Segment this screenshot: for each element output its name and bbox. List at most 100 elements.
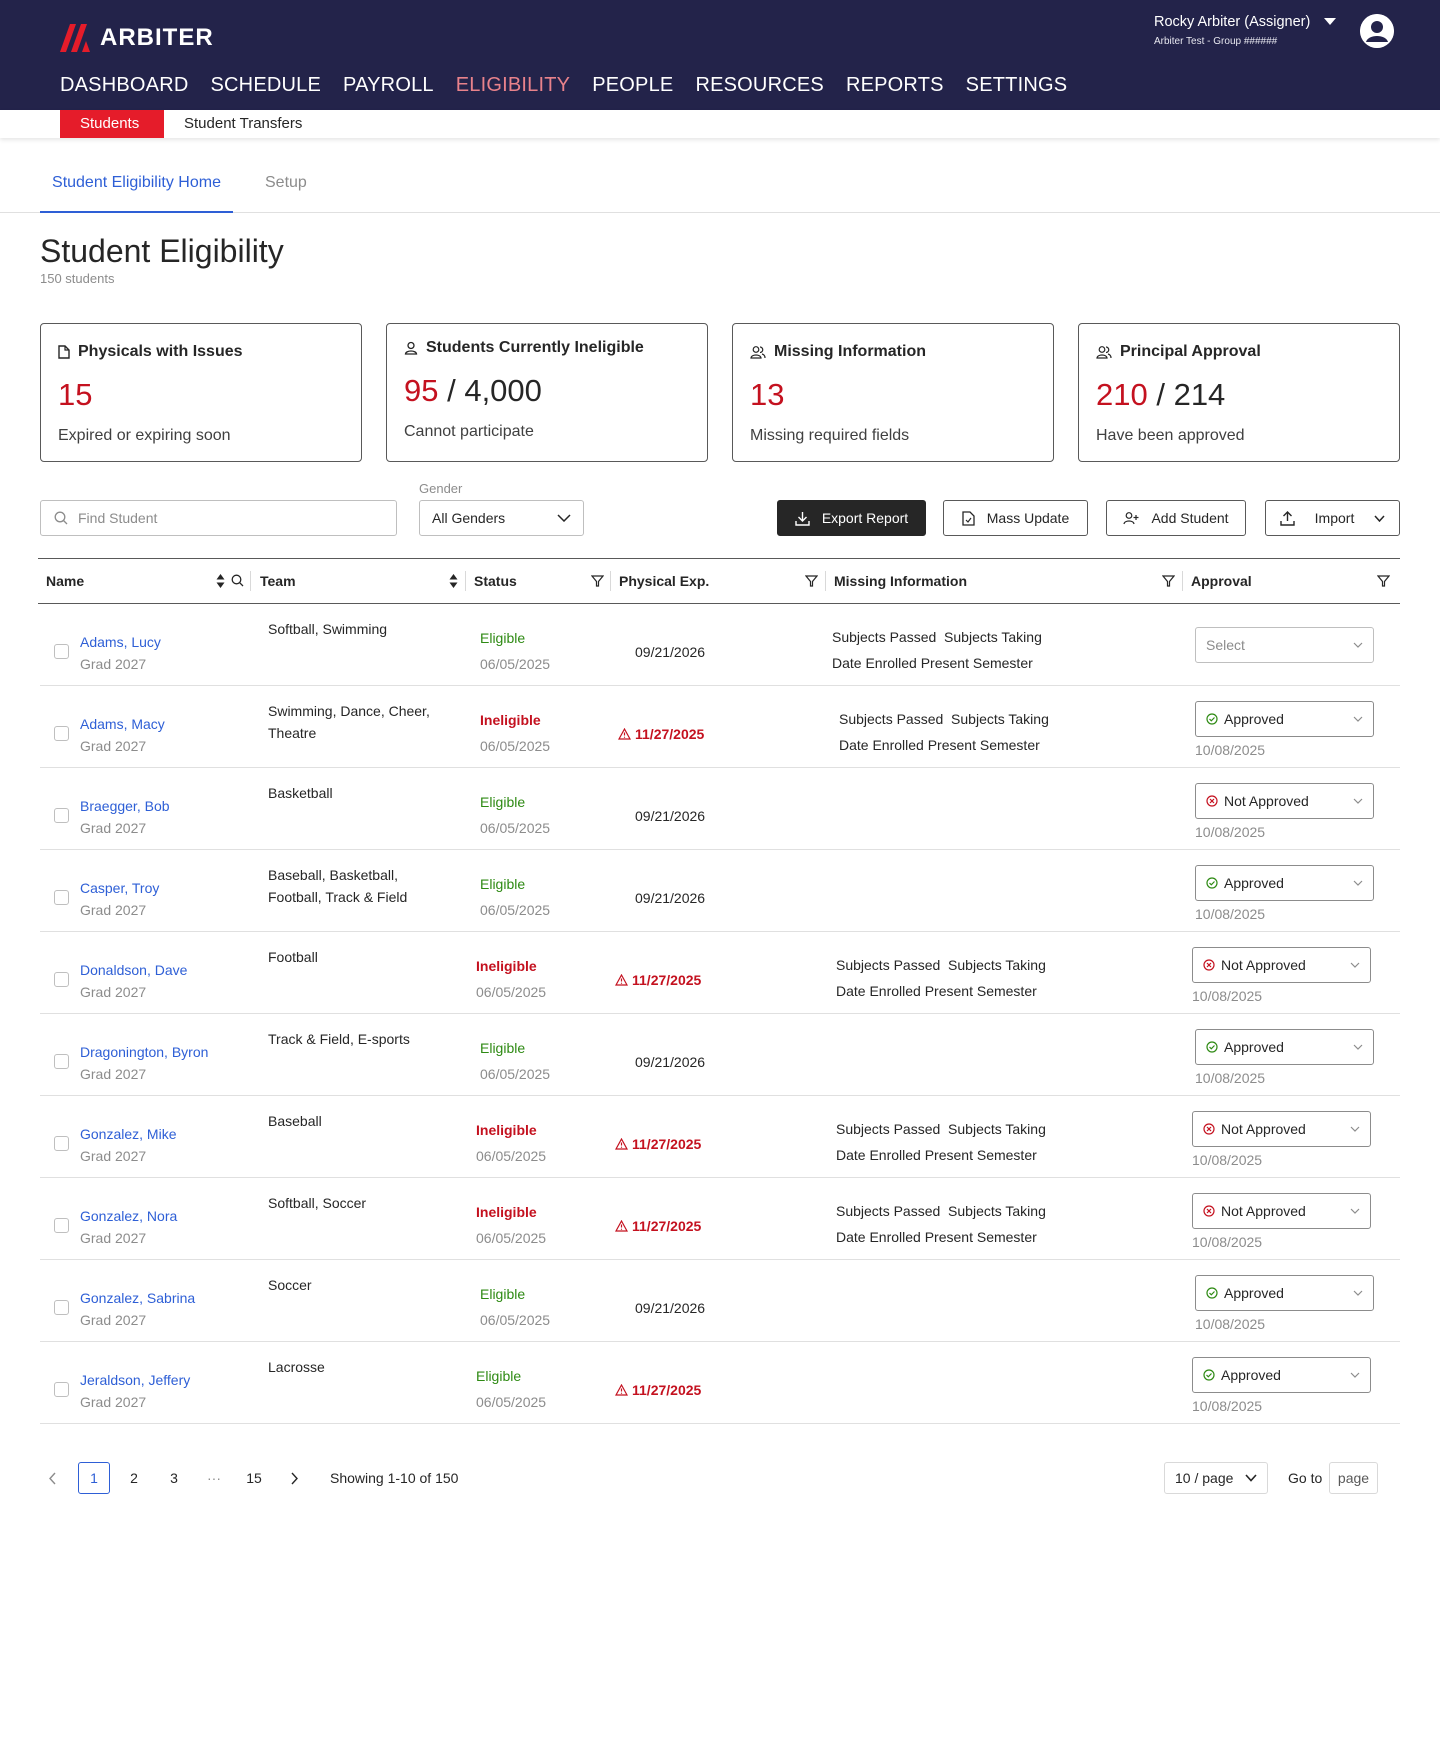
approval-select[interactable]: Not Approved [1192,947,1371,983]
student-name-link[interactable]: Gonzalez, Sabrina [80,1290,195,1306]
page-title: Student Eligibility [40,233,284,269]
sort-icon[interactable] [216,573,225,589]
column-header-missing-information[interactable]: Missing Information [834,559,967,603]
table-row: Jeraldson, Jeffery Grad 2027 Lacrosse Eligi… [40,1342,1400,1424]
approval-select[interactable]: Approved [1195,865,1374,901]
go-to-page-input[interactable] [1329,1462,1378,1494]
student-name-link[interactable]: Adams, Lucy [80,634,161,650]
missing-fields-line: Subjects Passed Subjects Taking [832,629,1042,645]
grad-year: Grad 2027 [80,1066,147,1082]
column-header-approval[interactable]: Approval [1191,559,1252,603]
sort-icon[interactable] [449,573,458,589]
student-name-link[interactable]: Gonzalez, Mike [80,1126,176,1142]
subnav-student-transfers[interactable]: Student Transfers [164,110,322,138]
tab-student-eligibility-home[interactable]: Student Eligibility Home [40,160,233,213]
student-name-link[interactable]: Braegger, Bob [80,798,170,814]
approval-select[interactable]: Not Approved [1195,783,1374,819]
avatar-icon[interactable] [1360,14,1394,48]
approval-select[interactable]: Approved [1195,701,1374,737]
search-input[interactable] [78,510,378,526]
approval-value: Not Approved [1221,957,1306,973]
approval-select[interactable]: Not Approved [1192,1111,1371,1147]
student-name-link[interactable]: Dragonington, Byron [80,1044,208,1060]
export-report-button[interactable]: Export Report [777,500,926,536]
student-name-link[interactable]: Gonzalez, Nora [80,1208,177,1224]
page-size-select[interactable]: 10 / page [1164,1462,1268,1494]
card-students-currently-ineligible[interactable]: Students Currently Ineligible 95 / 4,000… [386,323,708,462]
arbiter-logo[interactable]: ARBITER [60,24,214,52]
page-button-3[interactable]: 3 [158,1462,190,1494]
card-missing-information[interactable]: Missing Information 13 Missing required … [732,323,1054,462]
filter-icon[interactable] [591,575,604,587]
sub-navigation: Students Student Transfers [0,110,1440,138]
filter-icon[interactable] [805,575,818,587]
column-header-status[interactable]: Status [474,559,517,603]
import-button[interactable]: Import [1265,500,1400,536]
row-checkbox[interactable] [54,1054,69,1069]
student-name-link[interactable]: Casper, Troy [80,880,159,896]
user-menu[interactable]: Rocky Arbiter (Assigner) Arbiter Test - … [1154,14,1337,47]
filter-icon[interactable] [1377,575,1390,587]
column-header-name[interactable]: Name [46,559,84,603]
mass-update-button[interactable]: Mass Update [943,500,1088,536]
student-name-link[interactable]: Adams, Macy [80,716,165,732]
row-checkbox[interactable] [54,644,69,659]
approval-select[interactable]: Not Approved [1192,1193,1371,1229]
status-date: 06/05/2025 [480,738,551,754]
row-checkbox[interactable] [54,808,69,823]
student-name-link[interactable]: Jeraldson, Jeffery [80,1372,190,1388]
card-principal-approval[interactable]: Principal Approval 210 / 214 Have been a… [1078,323,1400,462]
row-checkbox[interactable] [54,1136,69,1151]
status-date: 06/05/2025 [476,1148,547,1164]
approval-select[interactable]: Approved [1195,1275,1374,1311]
gender-select[interactable]: All Genders [419,500,584,536]
chevron-left-icon[interactable] [48,1472,57,1485]
approval-select[interactable]: Select [1195,627,1374,663]
row-checkbox[interactable] [54,972,69,987]
button-label: Add Student [1151,510,1229,526]
approval-date: 10/08/2025 [1195,1070,1266,1086]
page-button-15[interactable]: 15 [238,1462,270,1494]
nav-settings[interactable]: SETTINGS [966,74,1068,97]
missing-fields-line: Subjects Passed Subjects Taking [836,957,1046,973]
x-circle-icon [1206,795,1218,807]
add-student-button[interactable]: Add Student [1106,500,1246,536]
physical-expiration: 11/27/2025 [615,1382,701,1398]
grad-year: Grad 2027 [80,656,147,672]
page-button-1[interactable]: 1 [78,1462,110,1494]
column-header-team[interactable]: Team [260,559,296,603]
student-name-link[interactable]: Donaldson, Dave [80,962,187,978]
tab-setup[interactable]: Setup [265,160,307,213]
row-checkbox[interactable] [54,1300,69,1315]
nav-reports[interactable]: REPORTS [846,74,944,97]
nav-people[interactable]: PEOPLE [592,74,673,97]
nav-resources[interactable]: RESOURCES [695,74,824,97]
filter-icon[interactable] [1162,575,1175,587]
find-student-search[interactable] [40,500,397,536]
caret-down-icon[interactable] [1324,18,1337,26]
column-header-physical-exp[interactable]: Physical Exp. [619,559,709,603]
nav-eligibility[interactable]: ELIGIBILITY [456,74,570,97]
nav-schedule[interactable]: SCHEDULE [211,74,322,97]
nav-payroll[interactable]: PAYROLL [343,74,434,97]
subnav-students[interactable]: Students [60,110,164,138]
page-button-2[interactable]: 2 [118,1462,150,1494]
eligibility-status: Eligible [476,1368,522,1384]
search-icon[interactable] [231,574,244,587]
row-checkbox[interactable] [54,726,69,741]
nav-dashboard[interactable]: DASHBOARD [60,74,189,97]
eligibility-status: Eligible [480,1286,526,1302]
chevron-right-icon[interactable] [290,1472,299,1485]
card-physicals-with-issues[interactable]: Physicals with Issues 15 Expired or expi… [40,323,362,462]
status-date: 06/05/2025 [480,1066,551,1082]
approval-select[interactable]: Approved [1192,1357,1371,1393]
missing-fields-line: Date Enrolled Present Semester [839,737,1040,753]
team-list: Baseball, Basketball, Football, Track & … [268,867,408,905]
missing-fields-line: Date Enrolled Present Semester [836,1147,1037,1163]
row-checkbox[interactable] [54,1218,69,1233]
row-checkbox[interactable] [54,1382,69,1397]
approval-select[interactable]: Approved [1195,1029,1374,1065]
x-circle-icon [1203,1205,1215,1217]
row-checkbox[interactable] [54,890,69,905]
page-ellipsis[interactable]: ··· [198,1462,230,1494]
